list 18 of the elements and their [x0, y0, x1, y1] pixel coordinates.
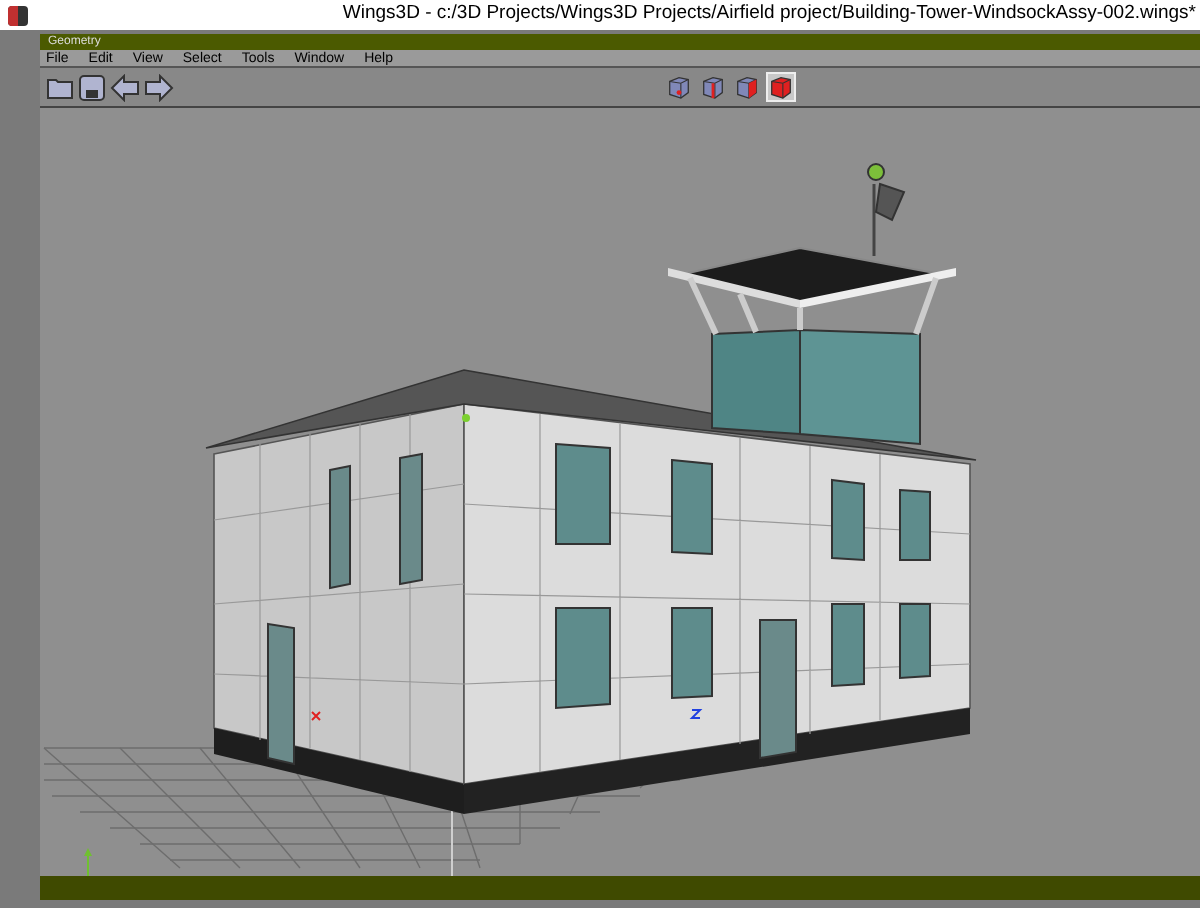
body-mode-button[interactable]: [766, 72, 796, 102]
cube-icon: [734, 74, 760, 100]
face-mode-button[interactable]: [732, 72, 762, 102]
right-arrow-icon[interactable]: [144, 73, 174, 101]
save-icon[interactable]: [78, 73, 106, 101]
z-axis-icon: [689, 709, 703, 719]
window-title: Wings3D - c:/3D Projects/Wings3D Projects/Airfield project/Building-Tower-WindsockAssy-002.wings*: [342, 0, 1198, 29]
left-arrow-icon[interactable]: [110, 73, 140, 101]
vertex-mode-button[interactable]: [664, 72, 694, 102]
cube-icon: [768, 74, 794, 100]
y-axis-arrow-icon: [84, 848, 92, 876]
edge-mode-button[interactable]: [698, 72, 728, 102]
app-icon: [8, 5, 28, 25]
cube-icon: [700, 74, 726, 100]
vertex-marker-icon: [462, 414, 470, 422]
cube-icon: [666, 74, 692, 100]
x-axis-icon: [311, 711, 321, 721]
folder-icon[interactable]: [46, 73, 74, 101]
